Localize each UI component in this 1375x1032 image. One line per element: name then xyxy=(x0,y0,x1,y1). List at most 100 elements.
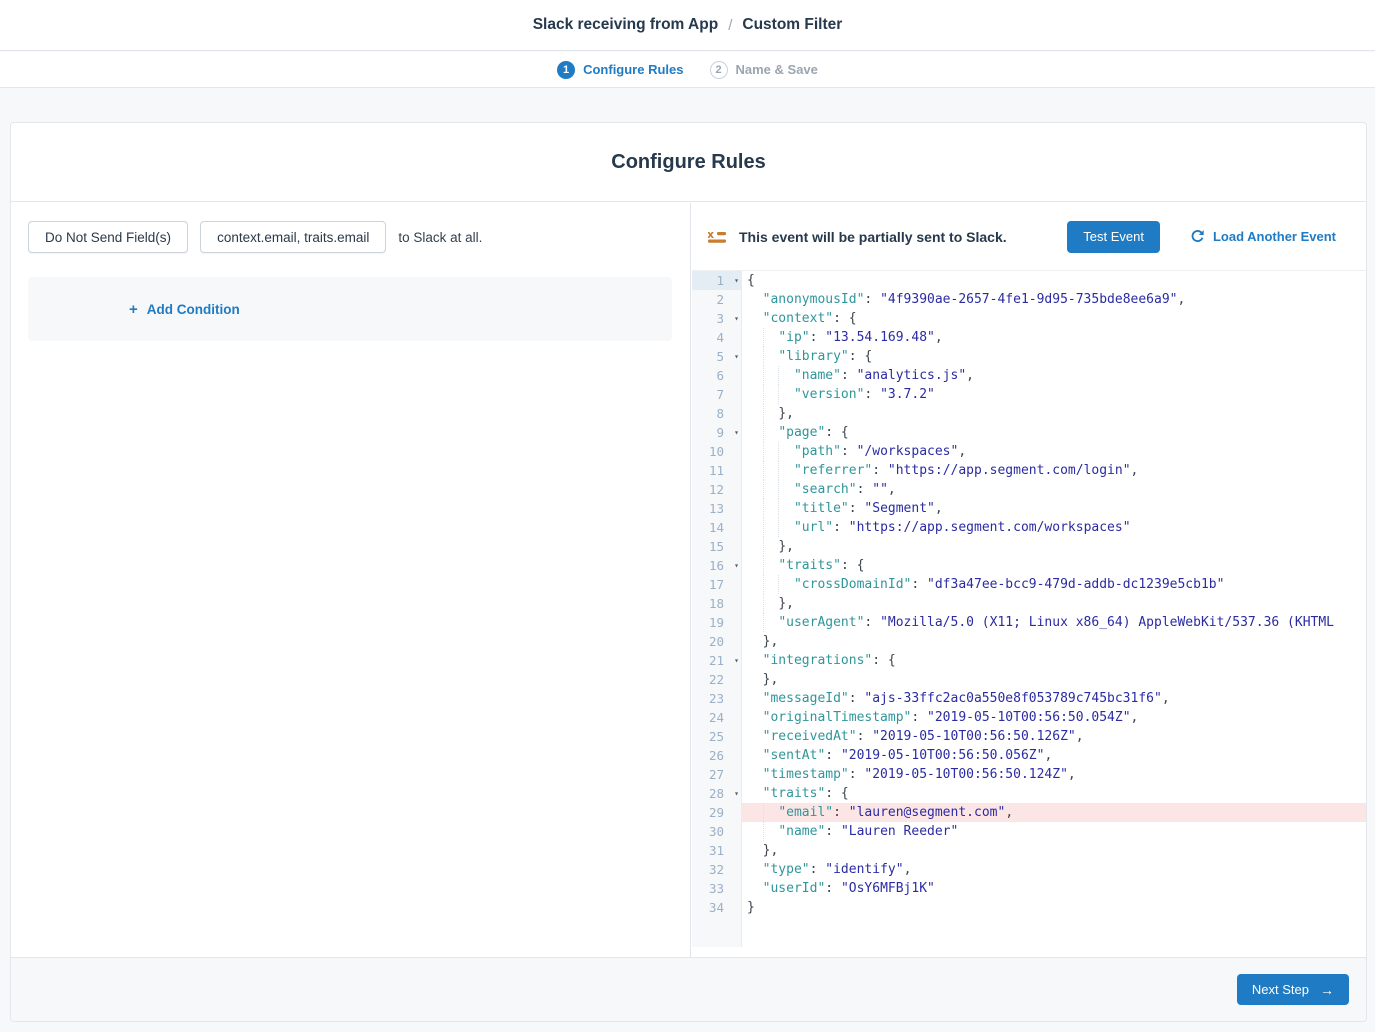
json-punctuation: } xyxy=(747,900,755,915)
indent-guide xyxy=(763,328,779,347)
json-key: "name" xyxy=(794,368,841,383)
code-line[interactable]: "title": "Segment", xyxy=(742,499,1366,518)
load-another-event-link[interactable]: Load Another Event xyxy=(1190,229,1336,244)
next-step-button[interactable]: Next Step → xyxy=(1237,974,1349,1005)
code-line[interactable]: }, xyxy=(742,594,1366,613)
code-line[interactable]: "anonymousId": "4f9390ae-2657-4fe1-9d95-… xyxy=(742,290,1366,309)
code-line[interactable]: }, xyxy=(742,841,1366,860)
code-line[interactable]: "referrer": "https://app.segment.com/log… xyxy=(742,461,1366,480)
json-key: "email" xyxy=(778,805,833,820)
line-number: 29 xyxy=(692,803,741,822)
code-line[interactable]: "ip": "13.54.169.48", xyxy=(742,328,1366,347)
code-line[interactable]: "name": "analytics.js", xyxy=(742,366,1366,385)
indent-guide xyxy=(747,575,763,594)
code-line[interactable]: "sentAt": "2019-05-10T00:56:50.056Z", xyxy=(742,746,1366,765)
code-line[interactable]: }, xyxy=(742,404,1366,423)
code-line[interactable]: "name": "Lauren Reeder" xyxy=(742,822,1366,841)
json-value: "Mozilla/5.0 (X11; Linux x86_64) AppleWe… xyxy=(880,615,1334,630)
code-line[interactable]: "type": "identify", xyxy=(742,860,1366,879)
line-number: 24 xyxy=(692,708,741,727)
event-preview-panel: x This event will be partially sent to S… xyxy=(692,203,1366,957)
code-line[interactable]: "messageId": "ajs-33ffc2ac0a550e8f053789… xyxy=(742,689,1366,708)
json-editor[interactable]: 1▾23▾45▾6789▾10111213141516▾1718192021▾2… xyxy=(692,270,1366,947)
test-event-button[interactable]: Test Event xyxy=(1067,221,1160,253)
step-configure-rules[interactable]: 1 Configure Rules xyxy=(557,61,683,79)
editor-content[interactable]: {"anonymousId": "4f9390ae-2657-4fe1-9d95… xyxy=(742,271,1366,947)
code-line[interactable]: "context": { xyxy=(742,309,1366,328)
json-punctuation: : xyxy=(810,330,826,345)
indent-guide xyxy=(763,347,779,366)
step-2-circle: 2 xyxy=(710,61,728,79)
indent-guide xyxy=(778,480,794,499)
indent-guide xyxy=(747,841,763,860)
fold-arrow-icon[interactable]: ▾ xyxy=(734,784,739,803)
code-line[interactable]: "version": "3.7.2" xyxy=(742,385,1366,404)
code-line[interactable]: "receivedAt": "2019-05-10T00:56:50.126Z"… xyxy=(742,727,1366,746)
code-line[interactable]: "library": { xyxy=(742,347,1366,366)
code-line[interactable]: "traits": { xyxy=(742,556,1366,575)
json-punctuation: : xyxy=(911,577,927,592)
fold-arrow-icon[interactable]: ▾ xyxy=(734,309,739,328)
code-line[interactable]: "integrations": { xyxy=(742,651,1366,670)
line-number: 32 xyxy=(692,860,741,879)
indent-guide xyxy=(747,708,763,727)
indent-guide xyxy=(778,385,794,404)
json-punctuation: , xyxy=(966,368,974,383)
code-line[interactable]: }, xyxy=(742,537,1366,556)
svg-text:x: x xyxy=(708,229,714,241)
indent-guide xyxy=(747,404,763,423)
indent-guide xyxy=(763,404,779,423)
code-line[interactable]: "originalTimestamp": "2019-05-10T00:56:5… xyxy=(742,708,1366,727)
line-number: 12 xyxy=(692,480,741,499)
code-line[interactable]: "traits": { xyxy=(742,784,1366,803)
rule-fields-dropdown[interactable]: context.email, traits.email xyxy=(200,221,386,253)
code-line[interactable]: } xyxy=(742,898,1366,917)
code-line[interactable]: "path": "/workspaces", xyxy=(742,442,1366,461)
line-number: 27 xyxy=(692,765,741,784)
code-line[interactable]: }, xyxy=(742,632,1366,651)
card-footer: Next Step → xyxy=(11,957,1366,1021)
code-line[interactable]: }, xyxy=(742,670,1366,689)
code-line[interactable]: "userAgent": "Mozilla/5.0 (X11; Linux x8… xyxy=(742,613,1366,632)
indent-guide xyxy=(763,480,779,499)
indent-guide xyxy=(763,461,779,480)
json-punctuation: : { xyxy=(872,653,895,668)
code-line[interactable]: "crossDomainId": "df3a47ee-bcc9-479d-add… xyxy=(742,575,1366,594)
fold-arrow-icon[interactable]: ▾ xyxy=(734,556,739,575)
code-line[interactable]: "search": "", xyxy=(742,480,1366,499)
json-value: "3.7.2" xyxy=(880,387,935,402)
json-value: "df3a47ee-bcc9-479d-addb-dc1239e5cb1b" xyxy=(927,577,1224,592)
json-punctuation: , xyxy=(1162,691,1170,706)
rule-action-dropdown[interactable]: Do Not Send Field(s) xyxy=(28,221,188,253)
indent-guide xyxy=(763,822,779,841)
line-number: 14 xyxy=(692,518,741,537)
indent-guide xyxy=(763,575,779,594)
fold-arrow-icon[interactable]: ▾ xyxy=(734,423,739,442)
indent-guide xyxy=(747,689,763,708)
code-line[interactable]: "url": "https://app.segment.com/workspac… xyxy=(742,518,1366,537)
fold-arrow-icon[interactable]: ▾ xyxy=(734,271,739,290)
add-condition-button[interactable]: + Add Condition xyxy=(129,302,240,317)
code-line[interactable]: "userId": "OsY6MFBj1K" xyxy=(742,879,1366,898)
rule-suffix-text: to Slack at all. xyxy=(398,230,482,245)
json-value: "analytics.js" xyxy=(857,368,967,383)
code-line[interactable]: "timestamp": "2019-05-10T00:56:50.124Z", xyxy=(742,765,1366,784)
indent-guide xyxy=(747,860,763,879)
line-number: 28▾ xyxy=(692,784,741,803)
code-line[interactable]: "page": { xyxy=(742,423,1366,442)
step-2-label: Name & Save xyxy=(736,62,818,77)
fold-arrow-icon[interactable]: ▾ xyxy=(734,651,739,670)
step-name-and-save[interactable]: 2 Name & Save xyxy=(710,61,818,79)
code-line-highlighted[interactable]: "email": "lauren@segment.com", xyxy=(742,803,1366,822)
line-number: 26 xyxy=(692,746,741,765)
page: { "header": { "title_primary": "Slack re… xyxy=(0,0,1375,1032)
json-punctuation: : xyxy=(841,368,857,383)
rule-row: Do Not Send Field(s) context.email, trai… xyxy=(28,221,672,253)
json-punctuation: , xyxy=(935,501,943,516)
json-key: "name" xyxy=(778,824,825,839)
json-punctuation: : { xyxy=(825,425,848,440)
code-line[interactable]: { xyxy=(742,271,1366,290)
fold-arrow-icon[interactable]: ▾ xyxy=(734,347,739,366)
line-number: 11 xyxy=(692,461,741,480)
json-punctuation: : xyxy=(849,767,865,782)
